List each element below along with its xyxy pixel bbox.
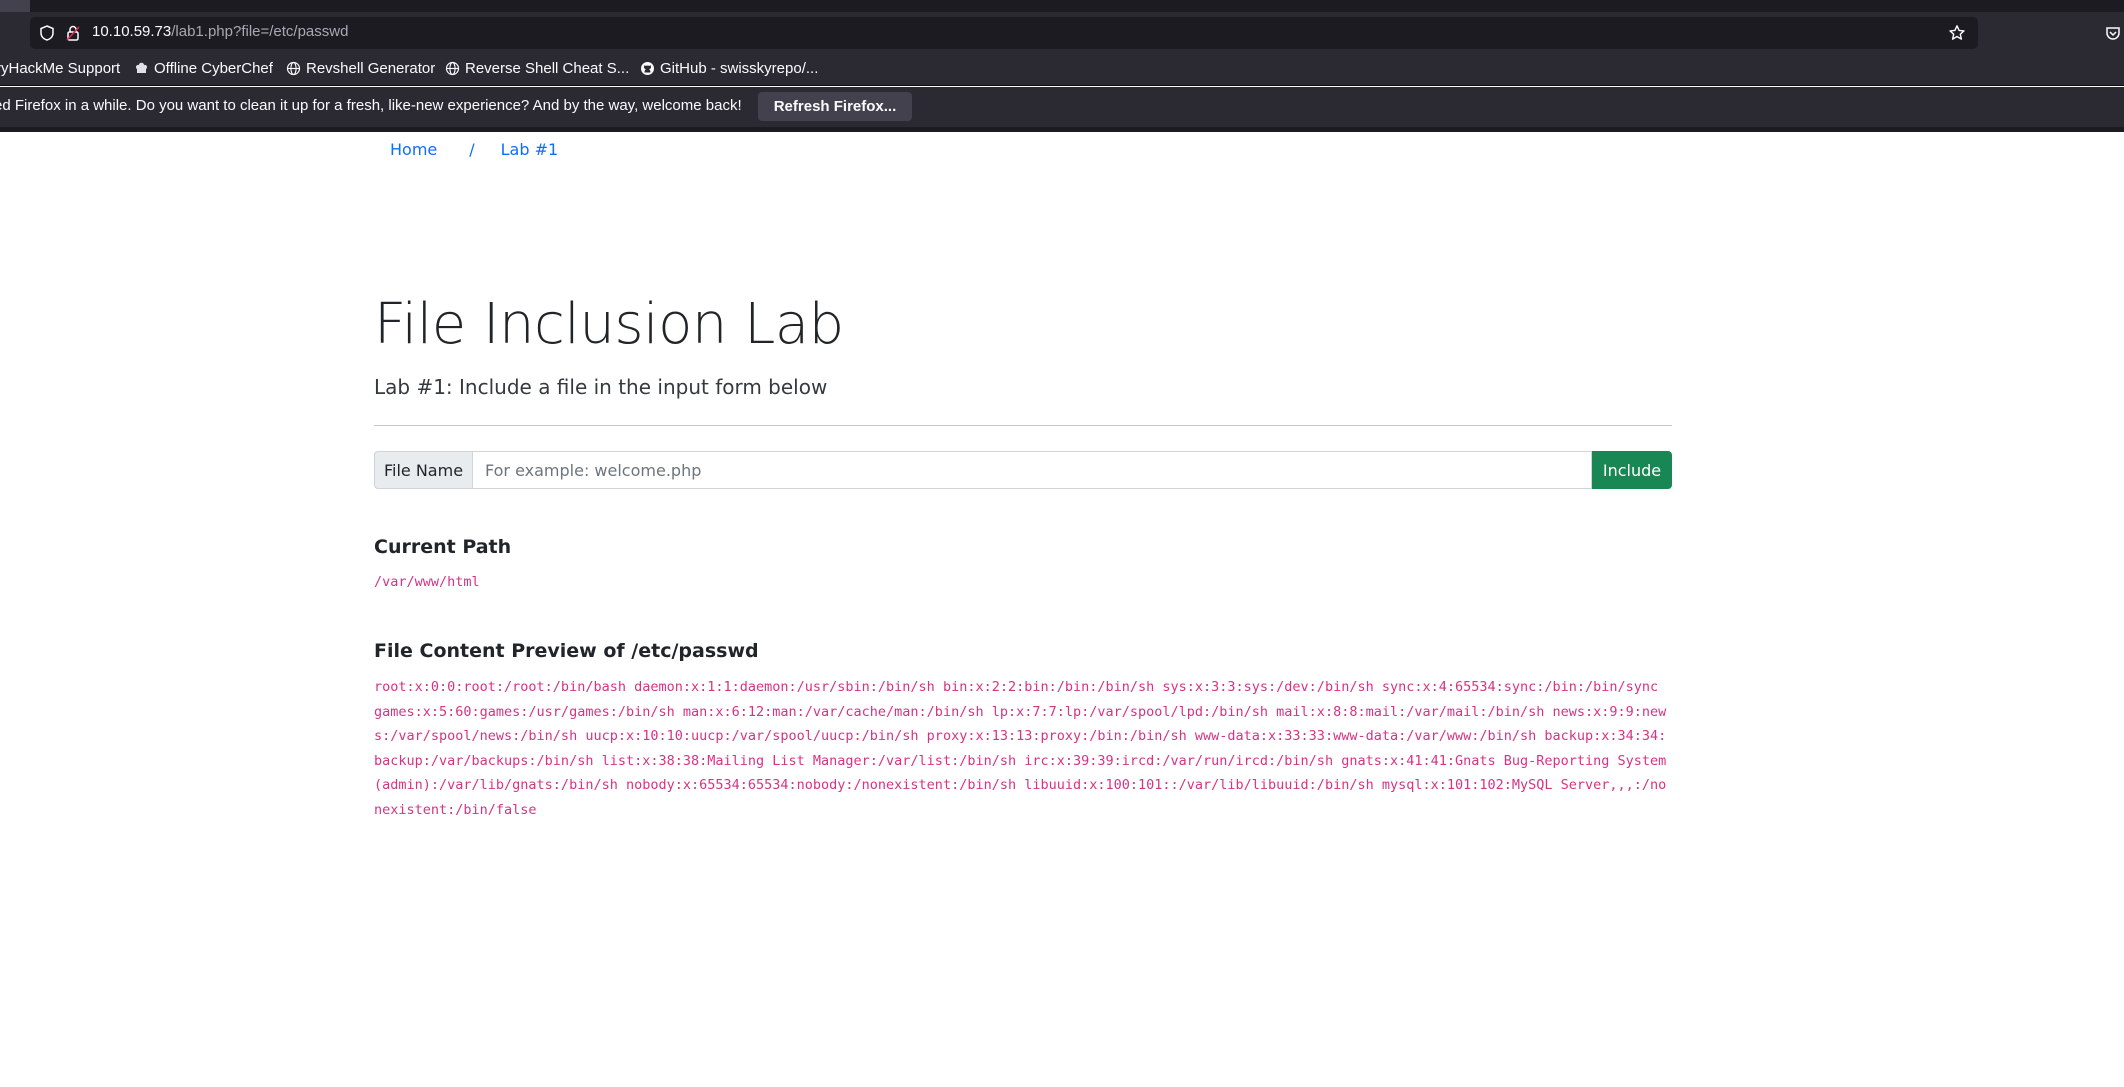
tab-strip xyxy=(0,0,2124,12)
insecure-lock-icon[interactable] xyxy=(64,24,82,42)
url-bar[interactable]: 10.10.59.73/lab1.php?file=/etc/passwd xyxy=(30,17,1978,49)
url-text[interactable]: 10.10.59.73/lab1.php?file=/etc/passwd xyxy=(92,23,348,40)
bookmarks-toolbar: ryHackMe Support Offline CyberChef Revsh… xyxy=(0,54,2124,86)
bookmark-label: Reverse Shell Cheat S... xyxy=(465,60,630,77)
browser-tab[interactable] xyxy=(0,0,30,12)
shield-icon[interactable] xyxy=(38,24,56,42)
refresh-firefox-button[interactable]: Refresh Firefox... xyxy=(758,92,912,121)
file-name-label: File Name xyxy=(374,451,472,489)
file-preview-heading-file: /etc/passwd xyxy=(631,640,759,662)
globe-icon xyxy=(286,61,301,76)
bookmark-label: GitHub - swisskyrepo/... xyxy=(660,60,819,77)
notification-message: ed Firefox in a while. Do you want to cl… xyxy=(0,97,742,114)
url-path: /lab1.php?file=/etc/passwd xyxy=(171,23,349,40)
chef-icon xyxy=(135,62,148,73)
breadcrumb-home-link[interactable]: Home xyxy=(390,140,437,159)
github-icon xyxy=(641,62,654,75)
current-path-heading: Current Path xyxy=(374,536,512,558)
include-button[interactable]: Include xyxy=(1592,451,1672,489)
page-title: File Inclusion Lab xyxy=(374,292,844,357)
file-content-preview: root:x:0:0:root:/root:/bin/bash daemon:x… xyxy=(374,679,1667,818)
bookmark-revshell-generator[interactable]: Revshell Generator xyxy=(286,60,435,77)
include-form: File Name Include xyxy=(374,451,1672,489)
bookmark-reverse-shell-cheat-sheet[interactable]: Reverse Shell Cheat S... xyxy=(445,60,629,77)
breadcrumb-lab1-link[interactable]: Lab #1 xyxy=(501,140,559,159)
breadcrumb-separator: / xyxy=(469,140,475,159)
globe-icon xyxy=(445,61,460,76)
chrome-divider xyxy=(0,127,2124,132)
pocket-icon[interactable] xyxy=(2104,24,2122,42)
bookmark-label: Offline CyberChef xyxy=(154,60,273,77)
bookmark-offline-cyberchef[interactable]: Offline CyberChef xyxy=(134,60,273,77)
bookmark-star-icon[interactable] xyxy=(1948,24,1966,42)
file-preview-heading-prefix: File Content Preview of xyxy=(374,640,632,662)
file-preview-heading: File Content Preview of /etc/passwd xyxy=(374,640,759,662)
bookmark-label: Revshell Generator xyxy=(306,60,436,77)
refresh-notification-bar: ed Firefox in a while. Do you want to cl… xyxy=(0,87,2124,127)
url-host: 10.10.59.73 xyxy=(92,23,172,40)
divider xyxy=(374,425,1672,426)
bookmark-label: ryHackMe Support xyxy=(0,60,121,77)
breadcrumb: Home / Lab #1 xyxy=(390,140,558,159)
current-path-value: /var/www/html xyxy=(374,574,480,590)
page-subtitle: Lab #1: Include a file in the input form… xyxy=(374,375,828,399)
navigation-toolbar: 10.10.59.73/lab1.php?file=/etc/passwd xyxy=(0,12,2124,54)
bookmark-github-swisskyrepo[interactable]: GitHub - swisskyrepo/... xyxy=(640,60,818,77)
bookmark-tryhackme-support[interactable]: ryHackMe Support xyxy=(0,60,120,77)
file-name-input[interactable] xyxy=(472,451,1592,489)
